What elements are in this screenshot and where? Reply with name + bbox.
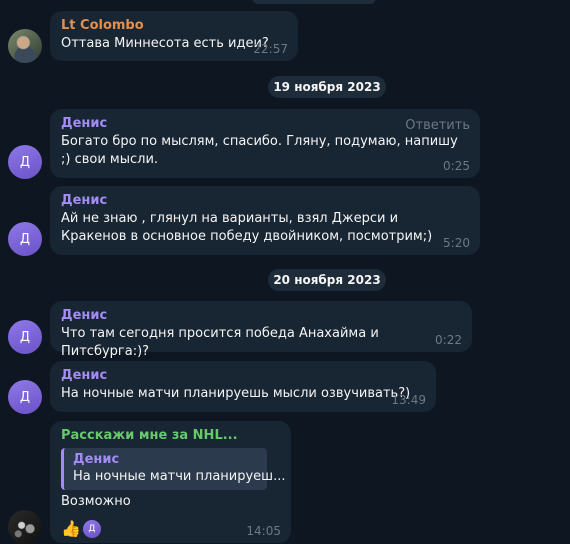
quote-sender: Денис — [73, 452, 120, 467]
message-sender[interactable]: Денис — [61, 367, 426, 384]
reaction-avatar: Д — [82, 520, 101, 538]
message-time: 14:05 — [246, 524, 281, 538]
reply-quote[interactable]: Денис На ночные матчи планируеш... — [61, 448, 286, 490]
message-sender[interactable]: Денис — [61, 192, 470, 209]
date-separator: 19 ноября 2023 — [268, 76, 386, 98]
message-bubble: Денис Ай не знаю , глянул на варианты, в… — [50, 186, 480, 255]
message-sender[interactable]: Расскажи мне за NHL... — [61, 427, 281, 444]
message-time: 0:25 — [443, 159, 470, 173]
avatar-denis[interactable]: Д — [8, 320, 42, 354]
message-bubble: Расскажи мне за NHL... Денис На ночные м… — [50, 421, 291, 543]
message-sender[interactable]: Lt Colombo — [61, 17, 288, 34]
message-bubble: Lt Colombo Оттава Миннесота есть идеи? 2… — [50, 11, 298, 61]
avatar-lt-colombo[interactable] — [8, 29, 42, 63]
message-sender[interactable]: Денис — [61, 307, 462, 324]
reply-button[interactable]: Ответить — [405, 118, 470, 133]
message-time: 0:22 — [435, 333, 462, 347]
message-time: 5:20 — [443, 236, 470, 250]
date-separator: 20 ноября 2023 — [268, 269, 386, 291]
thumbs-up-icon[interactable]: 👍 — [61, 519, 81, 539]
message-time: 13:49 — [391, 393, 426, 407]
message-bubble: Денис Что там сегодня просится победа Ан… — [50, 301, 472, 359]
avatar-denis[interactable]: Д — [8, 145, 42, 179]
message-text: Богато бро по мыслям, спасибо. Гляну, по… — [61, 134, 458, 167]
avatar-denis[interactable]: Д — [8, 222, 42, 256]
message-text: На ночные матчи планируешь мысли озвучив… — [61, 386, 411, 401]
quote-text: На ночные матчи планируеш... — [73, 469, 286, 484]
avatar-denis[interactable]: Д — [8, 380, 42, 414]
message-text: Возможно — [61, 494, 131, 509]
avatar-user[interactable] — [8, 510, 42, 544]
message-text: Ай не знаю , глянул на варианты, взял Дж… — [61, 211, 433, 244]
message-text: Что там сегодня просится победа Анахайма… — [61, 326, 379, 359]
previous-date-pill-fragment — [252, 0, 376, 4]
message-time: 22:57 — [253, 42, 288, 56]
message-bubble: Денис На ночные матчи планируешь мысли о… — [50, 361, 436, 412]
message-bubble: Денис Ответить Богато бро по мыслям, спа… — [50, 109, 480, 178]
